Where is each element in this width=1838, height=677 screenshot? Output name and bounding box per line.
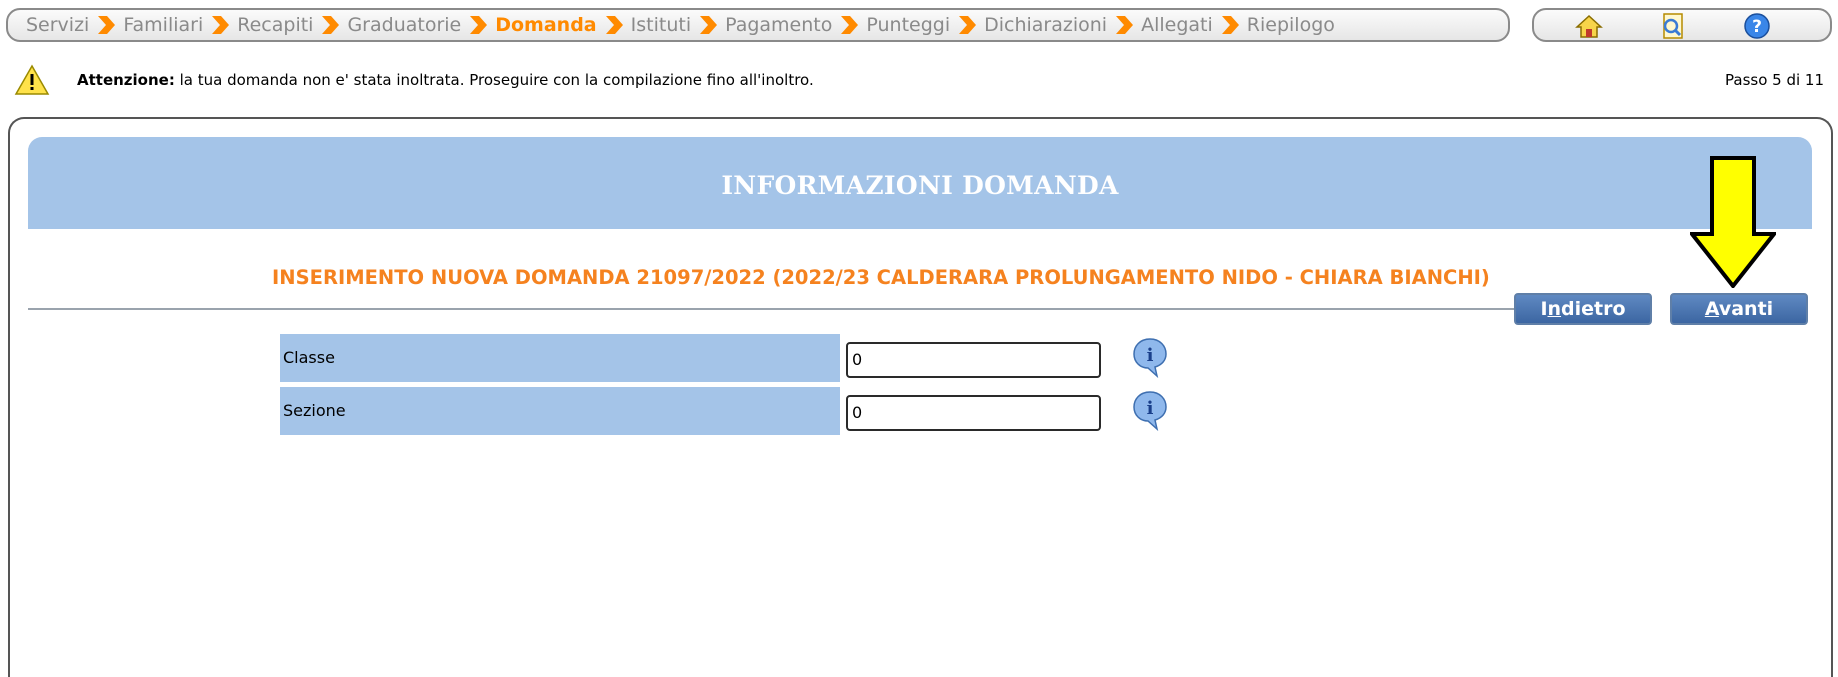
mnemonic-letter: A [1704, 298, 1719, 320]
sezione-label: Sezione [280, 387, 840, 435]
step-graduatorie[interactable]: Graduatorie [347, 14, 461, 36]
step-punteggi[interactable]: Punteggi [866, 14, 950, 36]
toolbar: ? [1532, 8, 1832, 42]
sezione-input[interactable]: 0 [846, 395, 1101, 431]
step-servizi[interactable]: Servizi [26, 14, 89, 36]
search-doc-icon[interactable] [1658, 12, 1688, 40]
home-icon[interactable] [1574, 12, 1604, 40]
button-label-part: I [1540, 298, 1548, 320]
step-arrow-icon [95, 14, 117, 36]
svg-text:i: i [1147, 345, 1154, 366]
step-arrow-icon [697, 14, 719, 36]
step-counter: Passo 5 di 11 [1725, 71, 1824, 89]
warning-text: la tua domanda non e' stata inoltrata. P… [174, 71, 814, 89]
next-button[interactable]: Avanti [1670, 293, 1808, 325]
help-icon[interactable]: ? [1742, 12, 1772, 40]
info-icon[interactable]: i [1131, 336, 1169, 379]
step-familiari[interactable]: Familiari [123, 14, 203, 36]
step-domanda[interactable]: Domanda [495, 14, 596, 36]
step-allegati[interactable]: Allegati [1141, 14, 1213, 36]
divider [28, 308, 1514, 310]
classe-input[interactable]: 0 [846, 342, 1101, 378]
info-icon[interactable]: i [1131, 389, 1169, 432]
step-arrow-icon [319, 14, 341, 36]
warning-icon [14, 64, 50, 96]
back-button[interactable]: Indietro [1514, 293, 1652, 325]
step-dichiarazioni[interactable]: Dichiarazioni [984, 14, 1107, 36]
wizard-step-bar: Servizi Familiari Recapiti Graduatorie Doman… [6, 8, 1510, 42]
arrow-down-icon [1687, 156, 1779, 290]
step-arrow-icon [956, 14, 978, 36]
button-label-part: dietro [1561, 298, 1626, 320]
step-pagamento[interactable]: Pagamento [725, 14, 832, 36]
step-arrow-icon [603, 14, 625, 36]
svg-text:i: i [1147, 398, 1154, 419]
step-arrow-icon [1219, 14, 1241, 36]
step-arrow-icon [1113, 14, 1135, 36]
mnemonic-letter: n [1547, 298, 1562, 320]
step-riepilogo[interactable]: Riepilogo [1247, 14, 1335, 36]
step-istituti[interactable]: Istituti [631, 14, 691, 36]
button-label-part: vanti [1718, 298, 1774, 320]
step-arrow-icon [209, 14, 231, 36]
svg-text:?: ? [1752, 17, 1762, 37]
warning-label: Attenzione: [77, 71, 175, 89]
classe-label: Classe [280, 334, 840, 382]
page-subtitle: INSERIMENTO NUOVA DOMANDA 21097/2022 (20… [272, 266, 1490, 289]
panel-header: INFORMAZIONI DOMANDA [28, 137, 1812, 229]
panel-title: INFORMAZIONI DOMANDA [721, 171, 1119, 200]
step-arrow-icon [467, 14, 489, 36]
step-recapiti[interactable]: Recapiti [237, 14, 313, 36]
step-arrow-icon [838, 14, 860, 36]
warning-message: Attenzione: la tua domanda non e' stata … [77, 71, 814, 89]
